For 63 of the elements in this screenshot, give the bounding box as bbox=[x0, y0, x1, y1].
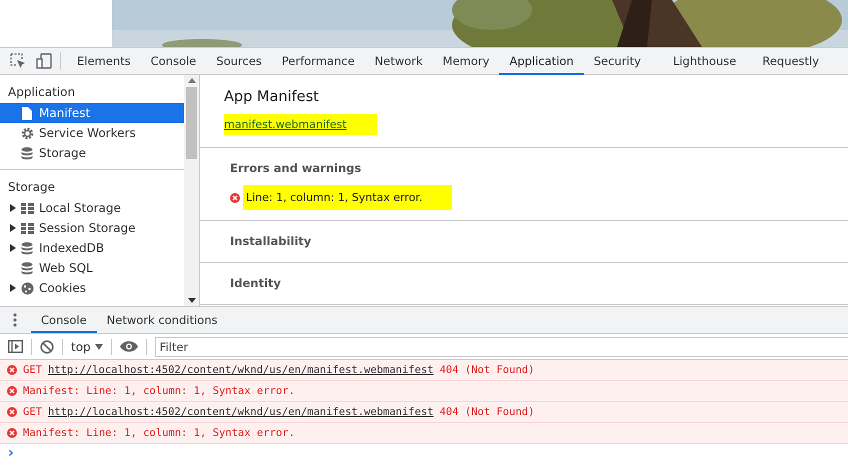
panel-tab[interactable]: Security bbox=[584, 48, 651, 74]
context-dropdown[interactable]: top bbox=[71, 340, 103, 354]
cookie-icon bbox=[20, 282, 34, 294]
section-title: Errors and warnings bbox=[230, 160, 362, 177]
eye-icon bbox=[120, 341, 138, 352]
section-title: Storage bbox=[7, 179, 56, 196]
prompt-caret[interactable]: › bbox=[8, 445, 14, 461]
sidebar-item[interactable]: Manifest bbox=[0, 103, 184, 123]
inspect-icon bbox=[10, 53, 26, 69]
database-icon bbox=[21, 146, 33, 160]
response-status: 404 (Not Found) bbox=[440, 406, 534, 418]
request-url[interactable]: http://localhost:4502/content/wknd/us/en/manifest.webmanifest bbox=[48, 406, 434, 418]
database-icon bbox=[21, 242, 33, 254]
sidebar-item[interactable]: Storage bbox=[0, 143, 184, 163]
device-icon bbox=[36, 53, 52, 69]
error-icon bbox=[230, 192, 240, 202]
file-icon bbox=[22, 106, 32, 120]
section-title: Identity bbox=[230, 275, 282, 292]
section-title: Application bbox=[7, 84, 76, 101]
error-icon bbox=[7, 365, 17, 375]
panel-tab[interactable]: Console bbox=[140, 48, 206, 74]
caret-icon bbox=[94, 344, 103, 350]
drawer-tab[interactable]: Network conditions bbox=[96, 307, 228, 333]
clear-icon bbox=[40, 340, 54, 354]
error-message: Manifest: Line: 1, column: 1, Syntax error. bbox=[23, 385, 295, 397]
sidebar-item[interactable]: Service Workers bbox=[0, 123, 184, 143]
grid-icon bbox=[20, 222, 34, 234]
error-message: Manifest: Line: 1, column: 1, Syntax error. bbox=[23, 427, 295, 439]
panel-tab[interactable]: Performance bbox=[272, 48, 365, 74]
sidebar-item[interactable]: Local Storage bbox=[0, 198, 184, 218]
error-icon bbox=[7, 407, 17, 417]
panel-tab[interactable]: Memory bbox=[432, 48, 500, 74]
database-icon bbox=[21, 262, 33, 274]
manifest-link[interactable]: manifest.webmanifest bbox=[224, 114, 377, 135]
gear-icon bbox=[20, 126, 34, 140]
panel-tab[interactable]: Requestly bbox=[752, 48, 830, 74]
filter-field[interactable]: Filter bbox=[154, 336, 848, 356]
response-status: 404 (Not Found) bbox=[440, 364, 534, 376]
sidebar-item[interactable]: Web SQL bbox=[0, 258, 184, 278]
more-menu-icon bbox=[13, 313, 17, 327]
error-message: Line: 1, column: 1, Syntax error. bbox=[243, 185, 452, 210]
scroll-down-icon[interactable] bbox=[188, 298, 196, 303]
request-method: GET bbox=[23, 364, 42, 376]
sidebar-item[interactable]: Cookies bbox=[0, 278, 184, 298]
error-icon bbox=[7, 428, 17, 438]
sidebar-toggle-icon bbox=[8, 340, 23, 353]
manifest-title: App Manifest bbox=[224, 89, 320, 105]
scroll-up-icon[interactable] bbox=[188, 78, 196, 83]
sidebar-item[interactable]: Session Storage bbox=[0, 218, 184, 238]
drawer-tab[interactable]: Console bbox=[31, 307, 97, 333]
error-icon bbox=[7, 386, 17, 396]
panel-tab[interactable]: Application bbox=[499, 48, 584, 74]
request-method: GET bbox=[23, 406, 42, 418]
grid-icon bbox=[20, 202, 34, 214]
panel-tab[interactable]: Lighthouse bbox=[662, 48, 746, 74]
panel-tab[interactable]: Elements bbox=[67, 48, 141, 74]
panel-tab[interactable]: Sources bbox=[206, 48, 272, 74]
sidebar-item[interactable]: IndexedDB bbox=[0, 238, 184, 258]
scroll-thumb[interactable] bbox=[186, 87, 197, 159]
section-title: Installability bbox=[230, 233, 312, 250]
panel-tab[interactable]: Network bbox=[364, 48, 433, 74]
scrollbar[interactable] bbox=[184, 75, 199, 306]
request-url[interactable]: http://localhost:4502/content/wknd/us/en/manifest.webmanifest bbox=[48, 364, 434, 376]
